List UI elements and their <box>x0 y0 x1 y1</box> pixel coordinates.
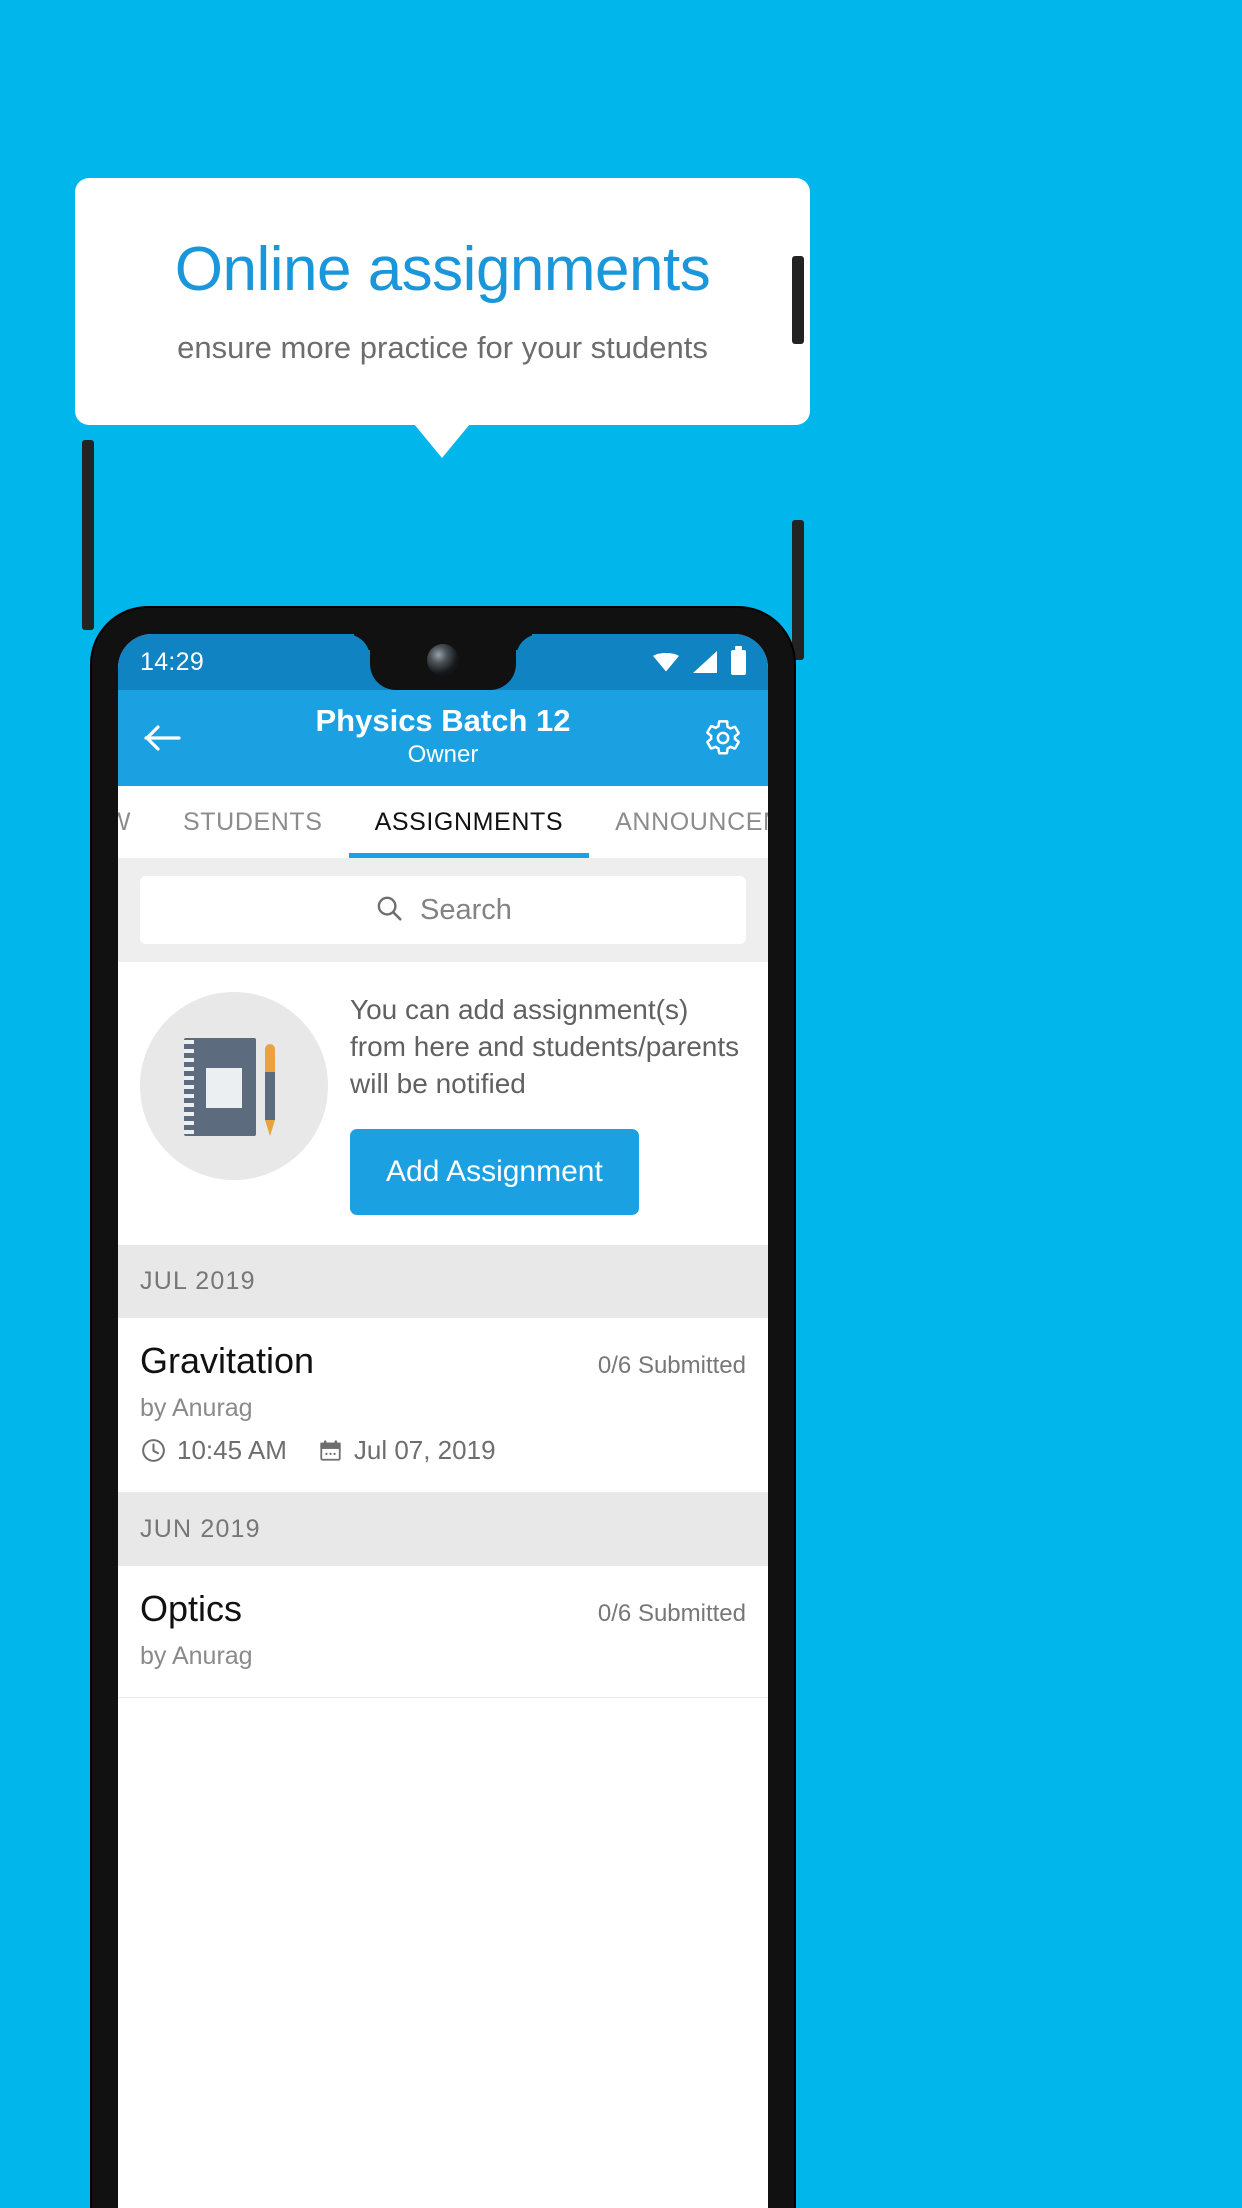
assignment-date: Jul 07, 2019 <box>353 1434 496 1465</box>
phone-screen: 14:29 Physics Batch 12 Owner W STUDENTS … <box>118 634 768 2208</box>
tab-bar[interactable]: IEW STUDENTS ASSIGNMENTS ANNOUNCEM <box>118 786 768 858</box>
status-badge: 0/6 Submitted <box>597 1599 746 1627</box>
phone-power-button[interactable] <box>792 256 804 344</box>
status-time: 14:29 <box>140 647 205 676</box>
month-header: JUL 2019 <box>118 1244 768 1318</box>
search-input[interactable]: Search <box>140 876 746 944</box>
promo-title: Online assignments <box>174 234 711 304</box>
notebook-shape <box>184 1038 256 1136</box>
assignment-author: by Anurag <box>140 1393 253 1422</box>
tab-overview[interactable]: IEW <box>118 786 157 858</box>
assignment-time: 10:45 AM <box>177 1434 287 1465</box>
status-bar: 14:29 <box>118 634 768 690</box>
battery-icon <box>731 645 746 675</box>
tab-assignments[interactable]: ASSIGNMENTS <box>348 786 590 858</box>
empty-state-card: You can add assignment(s) from here and … <box>118 962 768 1245</box>
promo-subtitle: ensure more practice for your students <box>177 330 708 366</box>
notebook-spiral-shape <box>184 1040 194 1134</box>
phone-mockup: 14:29 Physics Batch 12 Owner W STUDENTS … <box>92 608 794 2208</box>
app-bar-titles: Physics Batch 12 Owner <box>186 704 700 770</box>
signal-icon <box>693 651 717 673</box>
search-placeholder: Search <box>420 893 512 926</box>
clock-icon <box>140 1437 167 1464</box>
app-bar: Physics Batch 12 Owner <box>118 690 768 786</box>
table-row[interactable]: Optics 0/6 Submitted by Anurag <box>118 1565 768 1698</box>
assignment-title: Gravitation <box>140 1339 315 1381</box>
pen-body-shape <box>265 1072 275 1120</box>
assignment-author: by Anurag <box>140 1641 253 1670</box>
notebook-window-shape <box>206 1068 242 1108</box>
row-top: Gravitation 0/6 Submitted <box>140 1340 746 1382</box>
wifi-icon <box>653 652 679 672</box>
status-badge: 0/6 Submitted <box>597 1351 746 1379</box>
assignment-title: Optics <box>140 1587 243 1629</box>
pen-cap-shape <box>265 1044 275 1074</box>
front-camera <box>427 644 459 676</box>
tab-announcements[interactable]: ANNOUNCEM <box>589 786 768 858</box>
table-row[interactable]: Gravitation 0/6 Submitted by Anurag 10:4… <box>118 1317 768 1493</box>
month-header: JUN 2019 <box>118 1492 768 1566</box>
status-icons <box>653 645 746 675</box>
phone-side-button[interactable] <box>82 440 94 630</box>
pen-nib-shape <box>265 1120 275 1136</box>
pen-shape <box>264 1044 276 1136</box>
back-arrow-icon[interactable] <box>140 715 186 761</box>
page-title: Physics Batch 12 <box>315 703 571 739</box>
empty-state-text: You can add assignment(s) from here and … <box>350 994 740 1099</box>
calendar-icon <box>317 1437 344 1464</box>
add-assignment-button[interactable]: Add Assignment <box>350 1128 639 1215</box>
notebook-and-pen-icon <box>140 992 328 1180</box>
assignment-meta: 10:45 AM Jul 07, 2019 <box>140 1435 746 1466</box>
promo-callout-card: Online assignments ensure more practice … <box>75 178 810 425</box>
page-subtitle: Owner <box>407 740 479 768</box>
gear-icon[interactable] <box>700 715 746 761</box>
row-top: Optics 0/6 Submitted <box>140 1588 746 1630</box>
empty-state-content: You can add assignment(s) from here and … <box>350 986 746 1215</box>
search-bar-container: Search <box>118 858 768 962</box>
phone-volume-button[interactable] <box>792 520 804 660</box>
promo-callout-tail <box>414 424 470 458</box>
search-icon <box>374 893 404 928</box>
tab-students[interactable]: STUDENTS <box>157 786 349 858</box>
